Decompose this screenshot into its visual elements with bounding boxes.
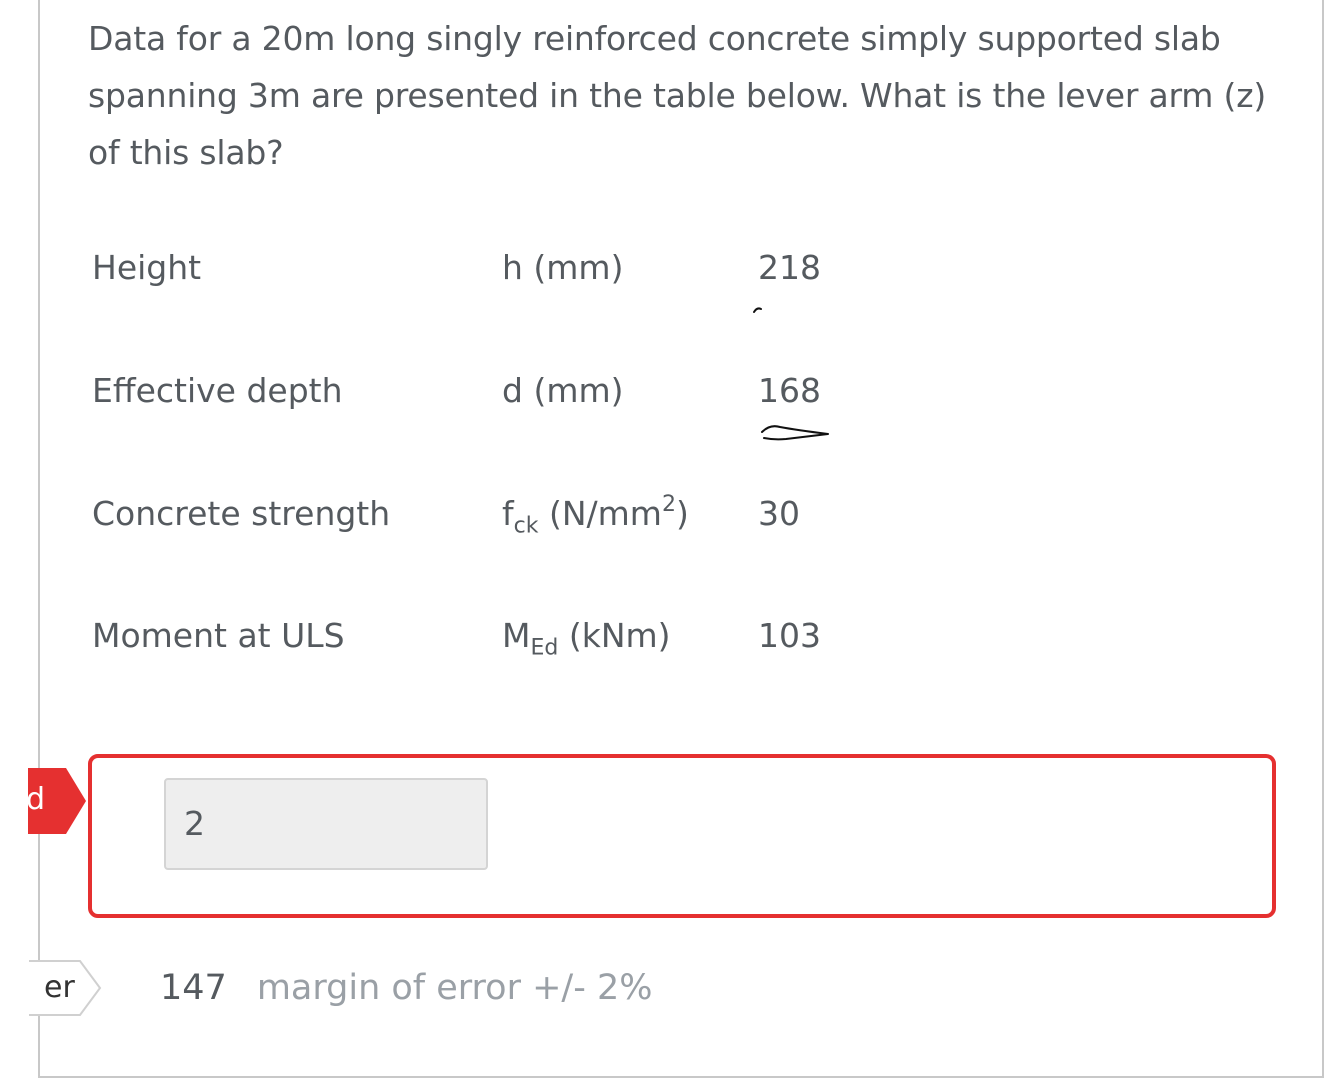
incorrect-status-tab: d xyxy=(26,768,86,834)
table-row: Effective depth d (mm) 168 xyxy=(92,361,992,421)
correct-answer-line: 147 margin of error +/- 2% xyxy=(160,962,653,1014)
correct-answer-tab: er xyxy=(28,960,102,1016)
answer-input[interactable]: 2 xyxy=(164,778,488,870)
table-row: Moment at ULS MEd (kNm) 103 xyxy=(92,606,992,666)
row-label: Effective depth xyxy=(92,371,343,410)
table-row: Height h (mm) 218 xyxy=(92,238,992,298)
quiz-page: Data for a 20m long singly reinforced co… xyxy=(0,0,1342,1082)
pen-mark-icon xyxy=(753,307,762,313)
table-row: Concrete strength fck (N/mm2) 30 xyxy=(92,484,992,544)
status-tab-label: d xyxy=(26,782,46,817)
margin-of-error-text: margin of error +/- 2% xyxy=(256,968,653,1008)
row-symbol: d (mm) xyxy=(502,371,624,410)
row-label: Height xyxy=(92,248,202,287)
row-label: Moment at ULS xyxy=(92,616,345,655)
row-value: 103 xyxy=(758,616,821,655)
pen-arrow-icon xyxy=(761,425,829,441)
row-symbol: MEd (kNm) xyxy=(502,616,671,661)
row-symbol: fck (N/mm2) xyxy=(502,492,689,539)
row-value: 30 xyxy=(758,494,800,533)
row-label: Concrete strength xyxy=(92,494,391,533)
answer-tab-label: er xyxy=(44,970,75,1005)
correct-answer-value: 147 xyxy=(160,968,227,1008)
question-text: Data for a 20m long singly reinforced co… xyxy=(88,19,1266,172)
row-value: 168 xyxy=(758,371,821,410)
row-symbol: h (mm) xyxy=(502,248,624,287)
row-value: 218 xyxy=(758,248,821,287)
answer-box: 2 xyxy=(88,754,1276,918)
